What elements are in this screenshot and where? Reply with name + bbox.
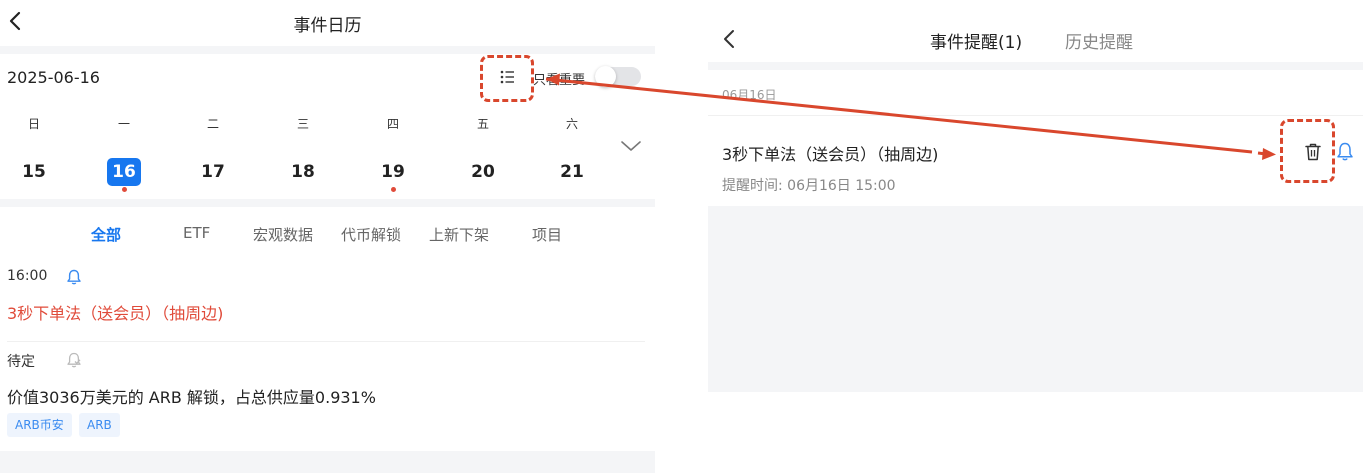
important-only-label: 只看重要 bbox=[533, 73, 586, 88]
back-icon[interactable] bbox=[720, 27, 740, 51]
weekday-label: 三 bbox=[296, 117, 309, 131]
divider bbox=[708, 62, 1363, 70]
event-dot bbox=[122, 187, 127, 192]
calendar-day[interactable]: 20 bbox=[466, 158, 500, 186]
category-tab[interactable]: ETF bbox=[183, 224, 210, 242]
date-group-header: 06月16日 bbox=[722, 88, 777, 102]
calendar-day[interactable]: 21 bbox=[555, 158, 589, 186]
bell-icon[interactable] bbox=[66, 268, 82, 286]
event-calendar-panel: 事件日历 2025-06-16 只看重要 日 一 二 三 四 五 六 15 16 17 18 19 2… bbox=[0, 0, 655, 473]
weekday-label: 二 bbox=[206, 117, 219, 131]
divider bbox=[7, 341, 645, 342]
weekday-label: 五 bbox=[476, 117, 489, 131]
calendar-day[interactable]: 15 bbox=[17, 158, 51, 186]
page-title: 事件日历 bbox=[293, 16, 362, 36]
event-time: 待定 bbox=[7, 354, 35, 370]
divider bbox=[0, 451, 655, 473]
weekday-label: 四 bbox=[386, 117, 399, 131]
calendar-day[interactable]: 16 bbox=[107, 158, 141, 186]
calendar-day[interactable]: 17 bbox=[196, 158, 230, 186]
highlight-box bbox=[1280, 119, 1335, 183]
important-only-toggle[interactable] bbox=[595, 66, 641, 87]
event-reminder-panel: 事件提醒(1) 历史提醒 06月16日 3秒下单法（送会员）（抽周边) 提醒时间… bbox=[708, 0, 1363, 473]
tab-event-reminders[interactable]: 事件提醒(1) bbox=[930, 28, 1022, 53]
category-tab[interactable]: 项目 bbox=[532, 224, 562, 245]
reminder-time: 提醒时间: 06月16日 15:00 bbox=[722, 178, 896, 194]
calendar-day[interactable]: 19 bbox=[376, 158, 410, 186]
calendar-day[interactable]: 18 bbox=[286, 158, 320, 186]
chevron-down-icon[interactable] bbox=[619, 138, 643, 154]
weekday-label: 日 bbox=[27, 117, 40, 131]
reminder-title[interactable]: 3秒下单法（送会员）（抽周边) bbox=[722, 141, 938, 165]
category-tab[interactable]: 代币解锁 bbox=[341, 224, 401, 245]
event-title[interactable]: 3秒下单法（送会员）（抽周边) bbox=[7, 300, 223, 324]
event-dot bbox=[391, 187, 396, 192]
divider bbox=[708, 115, 1363, 116]
bell-icon[interactable] bbox=[1336, 141, 1354, 163]
toggle-knob bbox=[595, 66, 616, 87]
current-date[interactable]: 2025-06-16 bbox=[7, 68, 100, 87]
highlight-box bbox=[480, 55, 534, 102]
event-time: 16:00 bbox=[7, 268, 48, 284]
divider bbox=[0, 199, 655, 207]
weekday-label: 六 bbox=[565, 117, 578, 131]
calendar-header: 事件日历 bbox=[0, 0, 655, 46]
category-tab[interactable]: 宏观数据 bbox=[253, 224, 313, 245]
event-title[interactable]: 价值3036万美元的 ARB 解锁，占总供应量0.931% bbox=[7, 384, 376, 408]
category-tab[interactable]: 全部 bbox=[91, 224, 121, 245]
tab-history-reminders[interactable]: 历史提醒 bbox=[1065, 28, 1133, 53]
divider bbox=[0, 46, 655, 54]
bell-off-icon[interactable] bbox=[66, 351, 82, 369]
event-tag[interactable]: ARB bbox=[79, 413, 120, 437]
event-tag[interactable]: ARB币安 bbox=[7, 413, 72, 437]
empty-area bbox=[708, 206, 1363, 392]
weekday-label: 一 bbox=[117, 117, 130, 131]
category-tab[interactable]: 上新下架 bbox=[429, 224, 489, 245]
